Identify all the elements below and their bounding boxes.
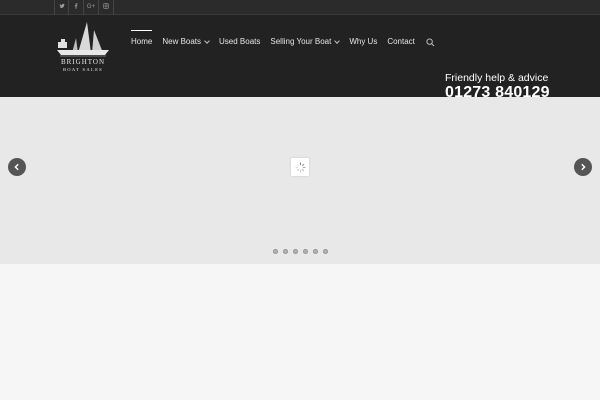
google-plus-link[interactable]: G+	[84, 0, 99, 15]
social-links: G+	[54, 0, 114, 15]
top-bar: G+	[0, 0, 600, 15]
slider-pagination	[273, 249, 333, 254]
nav-item-home[interactable]: Home	[126, 30, 157, 53]
main-nav: Home New Boats Used Boats Selling Your B…	[126, 30, 438, 53]
nav-item-label: Contact	[387, 37, 415, 46]
nav-item-label: New Boats	[162, 37, 202, 46]
facebook-link[interactable]	[69, 0, 84, 15]
nav-item-selling-your-boat[interactable]: Selling Your Boat	[265, 31, 344, 53]
slider-dot[interactable]	[303, 249, 308, 254]
google-plus-icon: G+	[86, 4, 96, 10]
nav-item-contact[interactable]: Contact	[382, 31, 420, 53]
search-icon	[426, 37, 435, 46]
slider-prev-button[interactable]	[8, 158, 26, 176]
page-content	[0, 264, 600, 400]
twitter-icon	[58, 3, 65, 8]
chevron-down-icon	[204, 37, 210, 44]
slider-dot[interactable]	[293, 249, 298, 254]
instagram-link[interactable]	[99, 0, 114, 15]
search-button[interactable]	[424, 31, 438, 53]
hero-slider	[0, 97, 600, 264]
slider-dot[interactable]	[273, 249, 278, 254]
slider-dot[interactable]	[313, 249, 318, 254]
nav-item-why-us[interactable]: Why Us	[344, 31, 382, 53]
slider-loader	[291, 158, 309, 176]
instagram-icon	[103, 3, 109, 9]
nav-item-label: Selling Your Boat	[270, 37, 332, 46]
contact-tagline: Friendly help & advice	[445, 72, 549, 84]
slider-dot[interactable]	[283, 249, 288, 254]
slider-dot[interactable]	[323, 249, 328, 254]
nav-item-label: Why Us	[349, 37, 378, 46]
chevron-down-icon	[334, 37, 341, 44]
sailboat-logo-icon	[57, 22, 109, 57]
logo-text-brighton: BRIGHTON	[60, 58, 106, 66]
nav-item-used-boats[interactable]: Used Boats	[214, 31, 265, 53]
twitter-link[interactable]	[54, 0, 69, 15]
nav-item-label: Used Boats	[219, 37, 261, 46]
nav-item-new-boats[interactable]: New Boats	[157, 31, 214, 53]
logo-text-boat-sales: BOAT SALES	[62, 67, 104, 72]
site-header: BRIGHTON BOAT SALES Home New Boats Used …	[0, 15, 600, 101]
spinner-icon	[294, 161, 306, 173]
chevron-left-icon	[14, 163, 19, 171]
nav-item-label: Home	[131, 37, 153, 46]
slider-next-button[interactable]	[574, 158, 592, 176]
facebook-icon	[74, 3, 78, 9]
brighton-boat-sales-logo[interactable]: BRIGHTON BOAT SALES	[54, 20, 112, 76]
chevron-right-icon	[581, 163, 586, 171]
